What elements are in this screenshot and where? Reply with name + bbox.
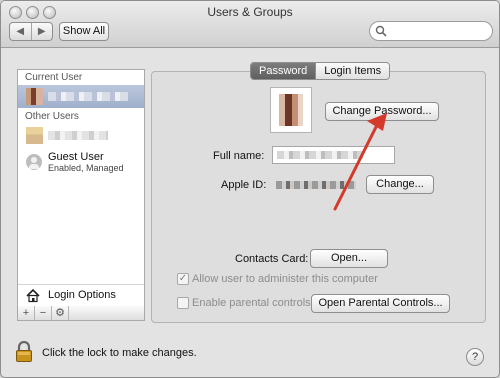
full-name-label: Full name: [213, 150, 265, 162]
current-user-label: Current User [25, 72, 83, 83]
other-user-row[interactable] [18, 124, 144, 146]
current-user-name [48, 92, 128, 101]
navigation-segment[interactable]: ◀ ▶ [9, 22, 53, 41]
guest-user-row[interactable]: Guest User Enabled, Managed [18, 149, 144, 175]
forward-icon[interactable]: ▶ [32, 23, 53, 40]
title-bar: Users & Groups ◀ ▶ Show All [1, 1, 499, 48]
remove-user-button[interactable]: − [35, 306, 52, 320]
guest-user-status: Enabled, Managed [48, 163, 124, 173]
window-title: Users & Groups [207, 5, 293, 19]
other-users-label: Other Users [25, 111, 79, 122]
users-groups-window: Users & Groups ◀ ▶ Show All Current User… [0, 0, 500, 378]
user-list-tools: + − ⚙ [17, 306, 145, 321]
tab-password[interactable]: Password [251, 63, 316, 79]
gear-icon[interactable]: ⚙ [52, 306, 69, 320]
parental-controls-label: Enable parental controls [192, 297, 311, 309]
tab-bar: Password Login Items [250, 62, 391, 80]
login-options-label: Login Options [48, 289, 116, 301]
lock-message: Click the lock to make changes. [42, 347, 197, 359]
show-all-button[interactable]: Show All [59, 22, 109, 41]
search-icon [375, 25, 387, 37]
avatar [26, 88, 43, 105]
open-parental-controls-button[interactable]: Open Parental Controls... [311, 294, 450, 313]
tab-login-items[interactable]: Login Items [315, 63, 390, 79]
login-options-row[interactable]: Login Options [18, 284, 144, 307]
avatar [26, 127, 43, 144]
parental-controls-checkbox[interactable] [177, 297, 189, 309]
open-contacts-button[interactable]: Open... [310, 249, 388, 268]
user-list-sidebar: Current User Other Users Guest User Enab… [17, 69, 145, 307]
guest-avatar-icon [26, 154, 42, 170]
guest-user-name: Guest User [48, 151, 104, 163]
admin-checkbox[interactable]: ✓ [177, 273, 189, 285]
contacts-card-label: Contacts Card: [235, 253, 309, 265]
annotation-arrow [333, 113, 387, 211]
lock-icon[interactable] [15, 341, 33, 363]
add-user-button[interactable]: + [18, 306, 35, 320]
user-picture[interactable] [270, 87, 312, 133]
admin-checkbox-label: Allow user to administer this computer [192, 273, 378, 285]
search-input[interactable] [369, 21, 493, 41]
help-button[interactable]: ? [466, 348, 484, 366]
other-user-name [48, 131, 108, 140]
house-icon [26, 288, 40, 303]
back-icon[interactable]: ◀ [10, 23, 32, 40]
apple-id-label: Apple ID: [221, 179, 267, 191]
current-user-row[interactable] [18, 85, 144, 108]
